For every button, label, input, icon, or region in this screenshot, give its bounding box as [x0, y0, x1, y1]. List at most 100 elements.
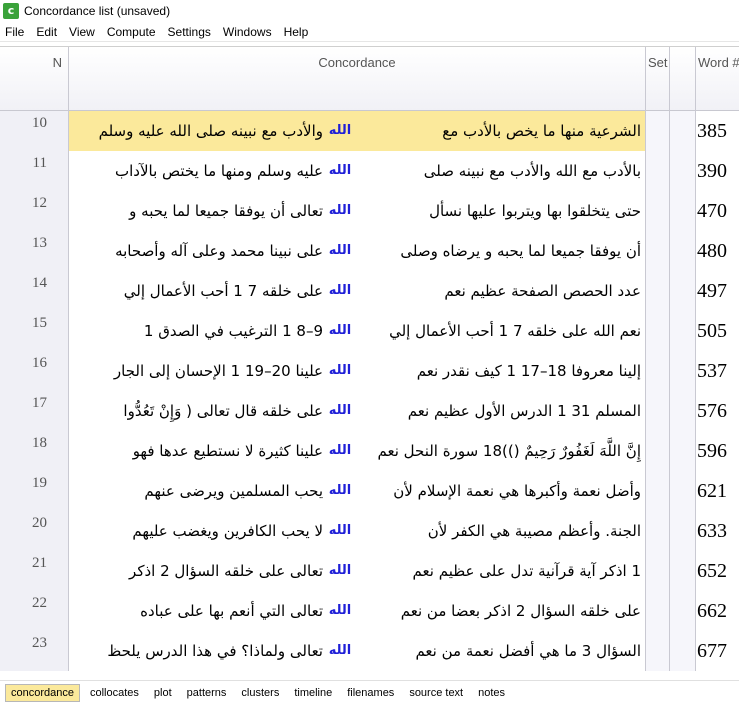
blank-cell	[670, 351, 696, 391]
context-before: عدد الحصص الصفحة عظيم نعم	[444, 282, 641, 300]
row-number: 21	[0, 551, 69, 591]
concordance-cell[interactable]: 9–8 1 الترغيب في الصدق 1 الله نعم الله على…	[69, 311, 646, 351]
tab-collocates[interactable]: collocates	[85, 685, 144, 701]
context-before: الجنة. وأعظم مصيبة هي الكفر لأن	[427, 522, 641, 540]
concordance-cell[interactable]: لا يحب الكافرين ويغضب عليهم الله الجنة. وأ…	[69, 511, 646, 551]
menu-compute[interactable]: Compute	[101, 25, 162, 39]
table-row[interactable]: 23 تعالى ولماذا؟ في هذا الدرس يلحظ الله الس…	[0, 631, 739, 671]
tab-plot[interactable]: plot	[149, 685, 177, 701]
keyword-cell: الله	[328, 363, 352, 378]
concordance-grid[interactable]: N Concordance Set Word # 10 والأدب مع نبي…	[0, 46, 739, 675]
table-row[interactable]: 10 والأدب مع نبينه صلى الله عليه وسلم الله…	[0, 111, 739, 151]
column-header-concordance[interactable]: Concordance	[69, 47, 646, 111]
concordance-cell[interactable]: على نبينا محمد وعلى آله وأصحابه الله أن يو…	[69, 231, 646, 271]
set-cell[interactable]	[646, 471, 670, 511]
set-cell[interactable]	[646, 231, 670, 271]
set-cell[interactable]	[646, 351, 670, 391]
tab-patterns[interactable]: patterns	[182, 685, 232, 701]
blank-cell	[670, 511, 696, 551]
row-number: 14	[0, 271, 69, 311]
blank-cell	[670, 591, 696, 631]
keyword-cell: الله	[328, 203, 352, 218]
context-after: والأدب مع نبينه صلى الله عليه وسلم	[98, 122, 323, 140]
table-row[interactable]: 11 عليه وسلم ومنها ما يختص بالآداب الله بال…	[0, 151, 739, 191]
word-number: 662	[696, 591, 739, 631]
table-row[interactable]: 20 لا يحب الكافرين ويغضب عليهم الله الجنة. …	[0, 511, 739, 551]
concordance-cell[interactable]: على خلقه قال تعالى ( وَإِنْ تَعُدُّوا الل…	[69, 391, 646, 431]
concordance-cell[interactable]: تعالى ولماذا؟ في هذا الدرس يلحظ الله السؤا…	[69, 631, 646, 671]
concordance-cell[interactable]: يحب المسلمين ويرضى عنهم الله وأضل نعمة وأك…	[69, 471, 646, 511]
menu-settings[interactable]: Settings	[162, 25, 217, 39]
blank-cell	[670, 551, 696, 591]
table-row[interactable]: 18 علينا كثيرة لا نستطيع عدها فهو الله إِنَ…	[0, 431, 739, 471]
context-after: 9–8 1 الترغيب في الصدق 1	[143, 322, 323, 340]
column-header-set[interactable]: Set	[646, 47, 670, 111]
column-header-n[interactable]: N	[0, 47, 69, 111]
set-cell[interactable]	[646, 431, 670, 471]
context-before: نعم الله على خلقه 7 1 أحب الأعمال إلي	[389, 322, 641, 340]
set-cell[interactable]	[646, 151, 670, 191]
table-row[interactable]: 16 علينا 20–19 1 الإحسان إلى الجار الله إلي…	[0, 351, 739, 391]
blank-cell	[670, 111, 696, 151]
set-cell[interactable]	[646, 311, 670, 351]
blank-cell	[670, 431, 696, 471]
keyword-cell: الله	[328, 483, 352, 498]
concordance-cell[interactable]: علينا كثيرة لا نستطيع عدها فهو الله إِنَّ …	[69, 431, 646, 471]
tab-source-text[interactable]: source text	[404, 685, 468, 701]
column-header-word[interactable]: Word #	[696, 47, 739, 111]
table-row[interactable]: 21 تعالى على خلقه السؤال 2 اذكر الله 1 اذكر…	[0, 551, 739, 591]
row-number: 22	[0, 591, 69, 631]
tab-clusters[interactable]: clusters	[236, 685, 284, 701]
set-cell[interactable]	[646, 191, 670, 231]
menu-edit[interactable]: Edit	[30, 25, 63, 39]
context-before: أن يوفقا جميعا لما يحبه و يرضاه وصلى	[400, 242, 641, 260]
concordance-cell[interactable]: والأدب مع نبينه صلى الله عليه وسلم الله ال…	[69, 111, 646, 151]
word-number: 576	[696, 391, 739, 431]
menu-view[interactable]: View	[63, 25, 101, 39]
set-cell[interactable]	[646, 591, 670, 631]
blank-cell	[670, 631, 696, 671]
table-row[interactable]: 19 يحب المسلمين ويرضى عنهم الله وأضل نعمة و…	[0, 471, 739, 511]
menu-bar: File Edit View Compute Settings Windows …	[0, 22, 739, 42]
table-row[interactable]: 17 على خلقه قال تعالى ( وَإِنْ تَعُدُّوا ا…	[0, 391, 739, 431]
context-after: علينا 20–19 1 الإحسان إلى الجار	[113, 362, 323, 380]
set-cell[interactable]	[646, 511, 670, 551]
keyword-cell: الله	[328, 123, 352, 138]
window-title: Concordance list (unsaved)	[24, 4, 171, 18]
row-number: 18	[0, 431, 69, 471]
concordance-cell[interactable]: تعالى على خلقه السؤال 2 اذكر الله 1 اذكر آ…	[69, 551, 646, 591]
keyword-cell: الله	[328, 523, 352, 538]
blank-cell	[670, 311, 696, 351]
context-before: إِنَّ اللَّهَ لَغَفُورٌ رَحِيمٌ ())18 سو…	[377, 442, 641, 460]
set-cell[interactable]	[646, 111, 670, 151]
set-cell[interactable]	[646, 271, 670, 311]
blank-cell	[670, 191, 696, 231]
table-row[interactable]: 14 على خلقه 7 1 أحب الأعمال إلي الله عدد ال…	[0, 271, 739, 311]
tab-timeline[interactable]: timeline	[289, 685, 337, 701]
table-row[interactable]: 12 تعالى أن يوفقا جميعا لما يحبه و الله حتى…	[0, 191, 739, 231]
word-number: 652	[696, 551, 739, 591]
concordance-cell[interactable]: عليه وسلم ومنها ما يختص بالآداب الله بالأد…	[69, 151, 646, 191]
tab-concordance[interactable]: concordance	[5, 684, 80, 702]
concordance-cell[interactable]: على خلقه 7 1 أحب الأعمال إلي الله عدد الحص…	[69, 271, 646, 311]
tab-filenames[interactable]: filenames	[342, 685, 399, 701]
context-after: على نبينا محمد وعلى آله وأصحابه	[115, 242, 323, 260]
set-cell[interactable]	[646, 391, 670, 431]
column-header-blank[interactable]	[670, 47, 696, 111]
word-number: 480	[696, 231, 739, 271]
concordance-cell[interactable]: تعالى التي أنعم بها على عباده الله على خلق…	[69, 591, 646, 631]
menu-help[interactable]: Help	[278, 25, 315, 39]
table-row[interactable]: 22 تعالى التي أنعم بها على عباده الله على خ…	[0, 591, 739, 631]
concordance-cell[interactable]: علينا 20–19 1 الإحسان إلى الجار الله إلينا…	[69, 351, 646, 391]
set-cell[interactable]	[646, 551, 670, 591]
set-cell[interactable]	[646, 631, 670, 671]
menu-file[interactable]: File	[0, 25, 30, 39]
row-number: 19	[0, 471, 69, 511]
table-row[interactable]: 13 على نبينا محمد وعلى آله وأصحابه الله أن …	[0, 231, 739, 271]
menu-windows[interactable]: Windows	[217, 25, 278, 39]
blank-cell	[670, 151, 696, 191]
table-row[interactable]: 15 9–8 1 الترغيب في الصدق 1 الله نعم الله ع…	[0, 311, 739, 351]
concordance-cell[interactable]: تعالى أن يوفقا جميعا لما يحبه و الله حتى ي…	[69, 191, 646, 231]
tab-notes[interactable]: notes	[473, 685, 510, 701]
row-number: 10	[0, 111, 69, 151]
